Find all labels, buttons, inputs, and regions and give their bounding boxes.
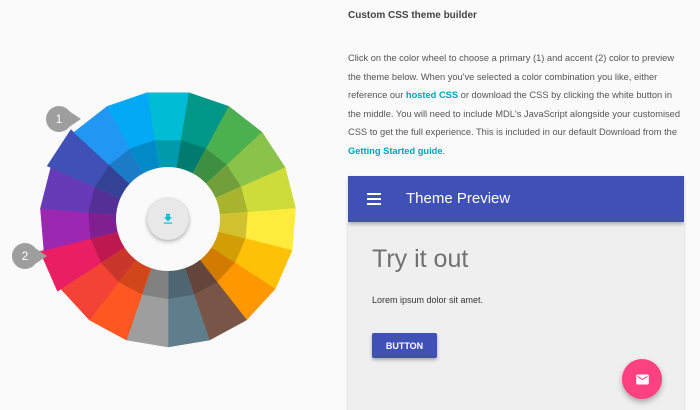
menu-icon[interactable] bbox=[367, 193, 381, 205]
preview-body-text: Lorem ipsum dolor sit amet. bbox=[372, 295, 484, 305]
download-icon bbox=[163, 213, 173, 224]
page-title: Custom CSS theme builder bbox=[348, 10, 477, 21]
mail-icon bbox=[635, 374, 649, 384]
getting-started-link[interactable]: Getting Started guide bbox=[348, 146, 443, 156]
color-wheel-area: 1 2 bbox=[0, 0, 330, 410]
preview-button[interactable]: BUTTON bbox=[372, 333, 437, 358]
hosted-css-link[interactable]: hosted CSS bbox=[406, 90, 458, 100]
preview-heading: Try it out bbox=[372, 245, 469, 273]
description-part-3: . bbox=[442, 145, 446, 156]
preview-app-bar: Theme Preview bbox=[348, 176, 684, 222]
mail-fab-button[interactable] bbox=[622, 359, 662, 399]
preview-app-title: Theme Preview bbox=[406, 190, 511, 207]
primary-selection-badge: 1 bbox=[46, 106, 81, 132]
description-text: Click on the color wheel to choose a pri… bbox=[348, 49, 684, 160]
accent-selection-badge: 2 bbox=[12, 243, 47, 269]
download-css-button[interactable] bbox=[147, 198, 189, 240]
